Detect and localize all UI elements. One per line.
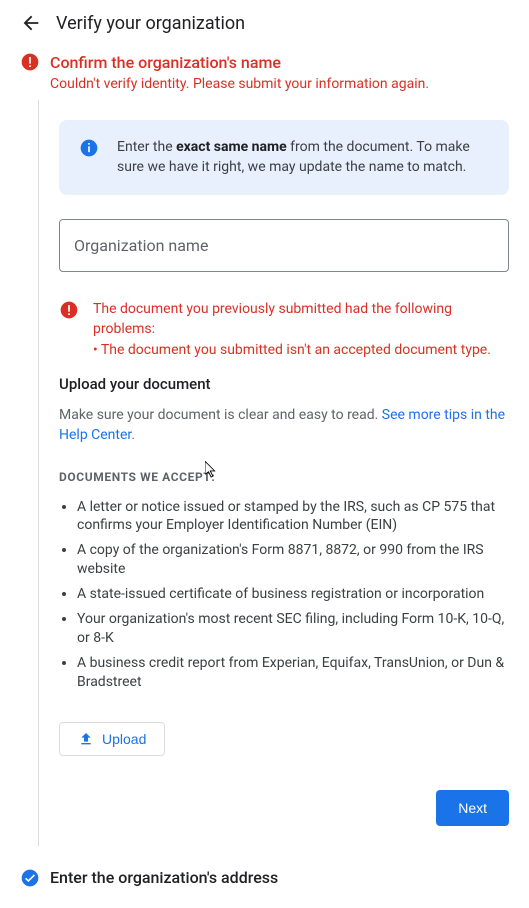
list-item: A copy of the organization's Form 8871, …	[77, 541, 509, 579]
documents-accept-label: DOCUMENTS WE ACCEPT:	[59, 470, 509, 484]
info-icon	[79, 138, 99, 158]
next-button[interactable]: Next	[436, 790, 509, 826]
back-arrow-icon[interactable]	[20, 12, 42, 34]
info-prefix: Enter the	[117, 139, 176, 155]
info-box: Enter the exact same name from the docum…	[59, 120, 509, 195]
step2-heading: Enter the organization's address	[50, 868, 278, 887]
info-bold: exact same name	[176, 139, 287, 155]
list-item: A state-issued certificate of business r…	[77, 585, 509, 604]
page-title: Verify your organization	[56, 13, 245, 34]
info-text: Enter the exact same name from the docum…	[117, 138, 489, 177]
error-icon	[20, 52, 40, 72]
list-item: Your organization's most recent SEC fili…	[77, 610, 509, 648]
organization-name-input[interactable]	[59, 219, 509, 272]
read-tip: Make sure your document is clear and eas…	[59, 405, 509, 446]
tip-prefix: Make sure your document is clear and eas…	[59, 407, 382, 423]
document-error: The document you previously submitted ha…	[59, 300, 509, 361]
error-icon	[59, 300, 79, 320]
list-item: A letter or notice issued or stamped by …	[77, 498, 509, 536]
step2-row: Enter the organization's address	[20, 868, 509, 888]
upload-button-label: Upload	[102, 731, 146, 747]
documents-list: A letter or notice issued or stamped by …	[59, 498, 509, 692]
step1-subtext: Couldn't verify identity. Please submit …	[50, 76, 509, 92]
step1-heading: Confirm the organization's name	[50, 53, 281, 72]
list-item: A business credit report from Experian, …	[77, 654, 509, 692]
upload-button[interactable]: Upload	[59, 722, 165, 756]
upload-label: Upload your document	[59, 375, 509, 393]
upload-icon	[78, 731, 94, 747]
doc-error-line1: The document you previously submitted ha…	[93, 300, 509, 339]
check-circle-icon	[20, 868, 40, 888]
doc-error-line2: • The document you submitted isn't an ac…	[93, 341, 509, 361]
step1-row: Confirm the organization's name	[20, 52, 509, 72]
